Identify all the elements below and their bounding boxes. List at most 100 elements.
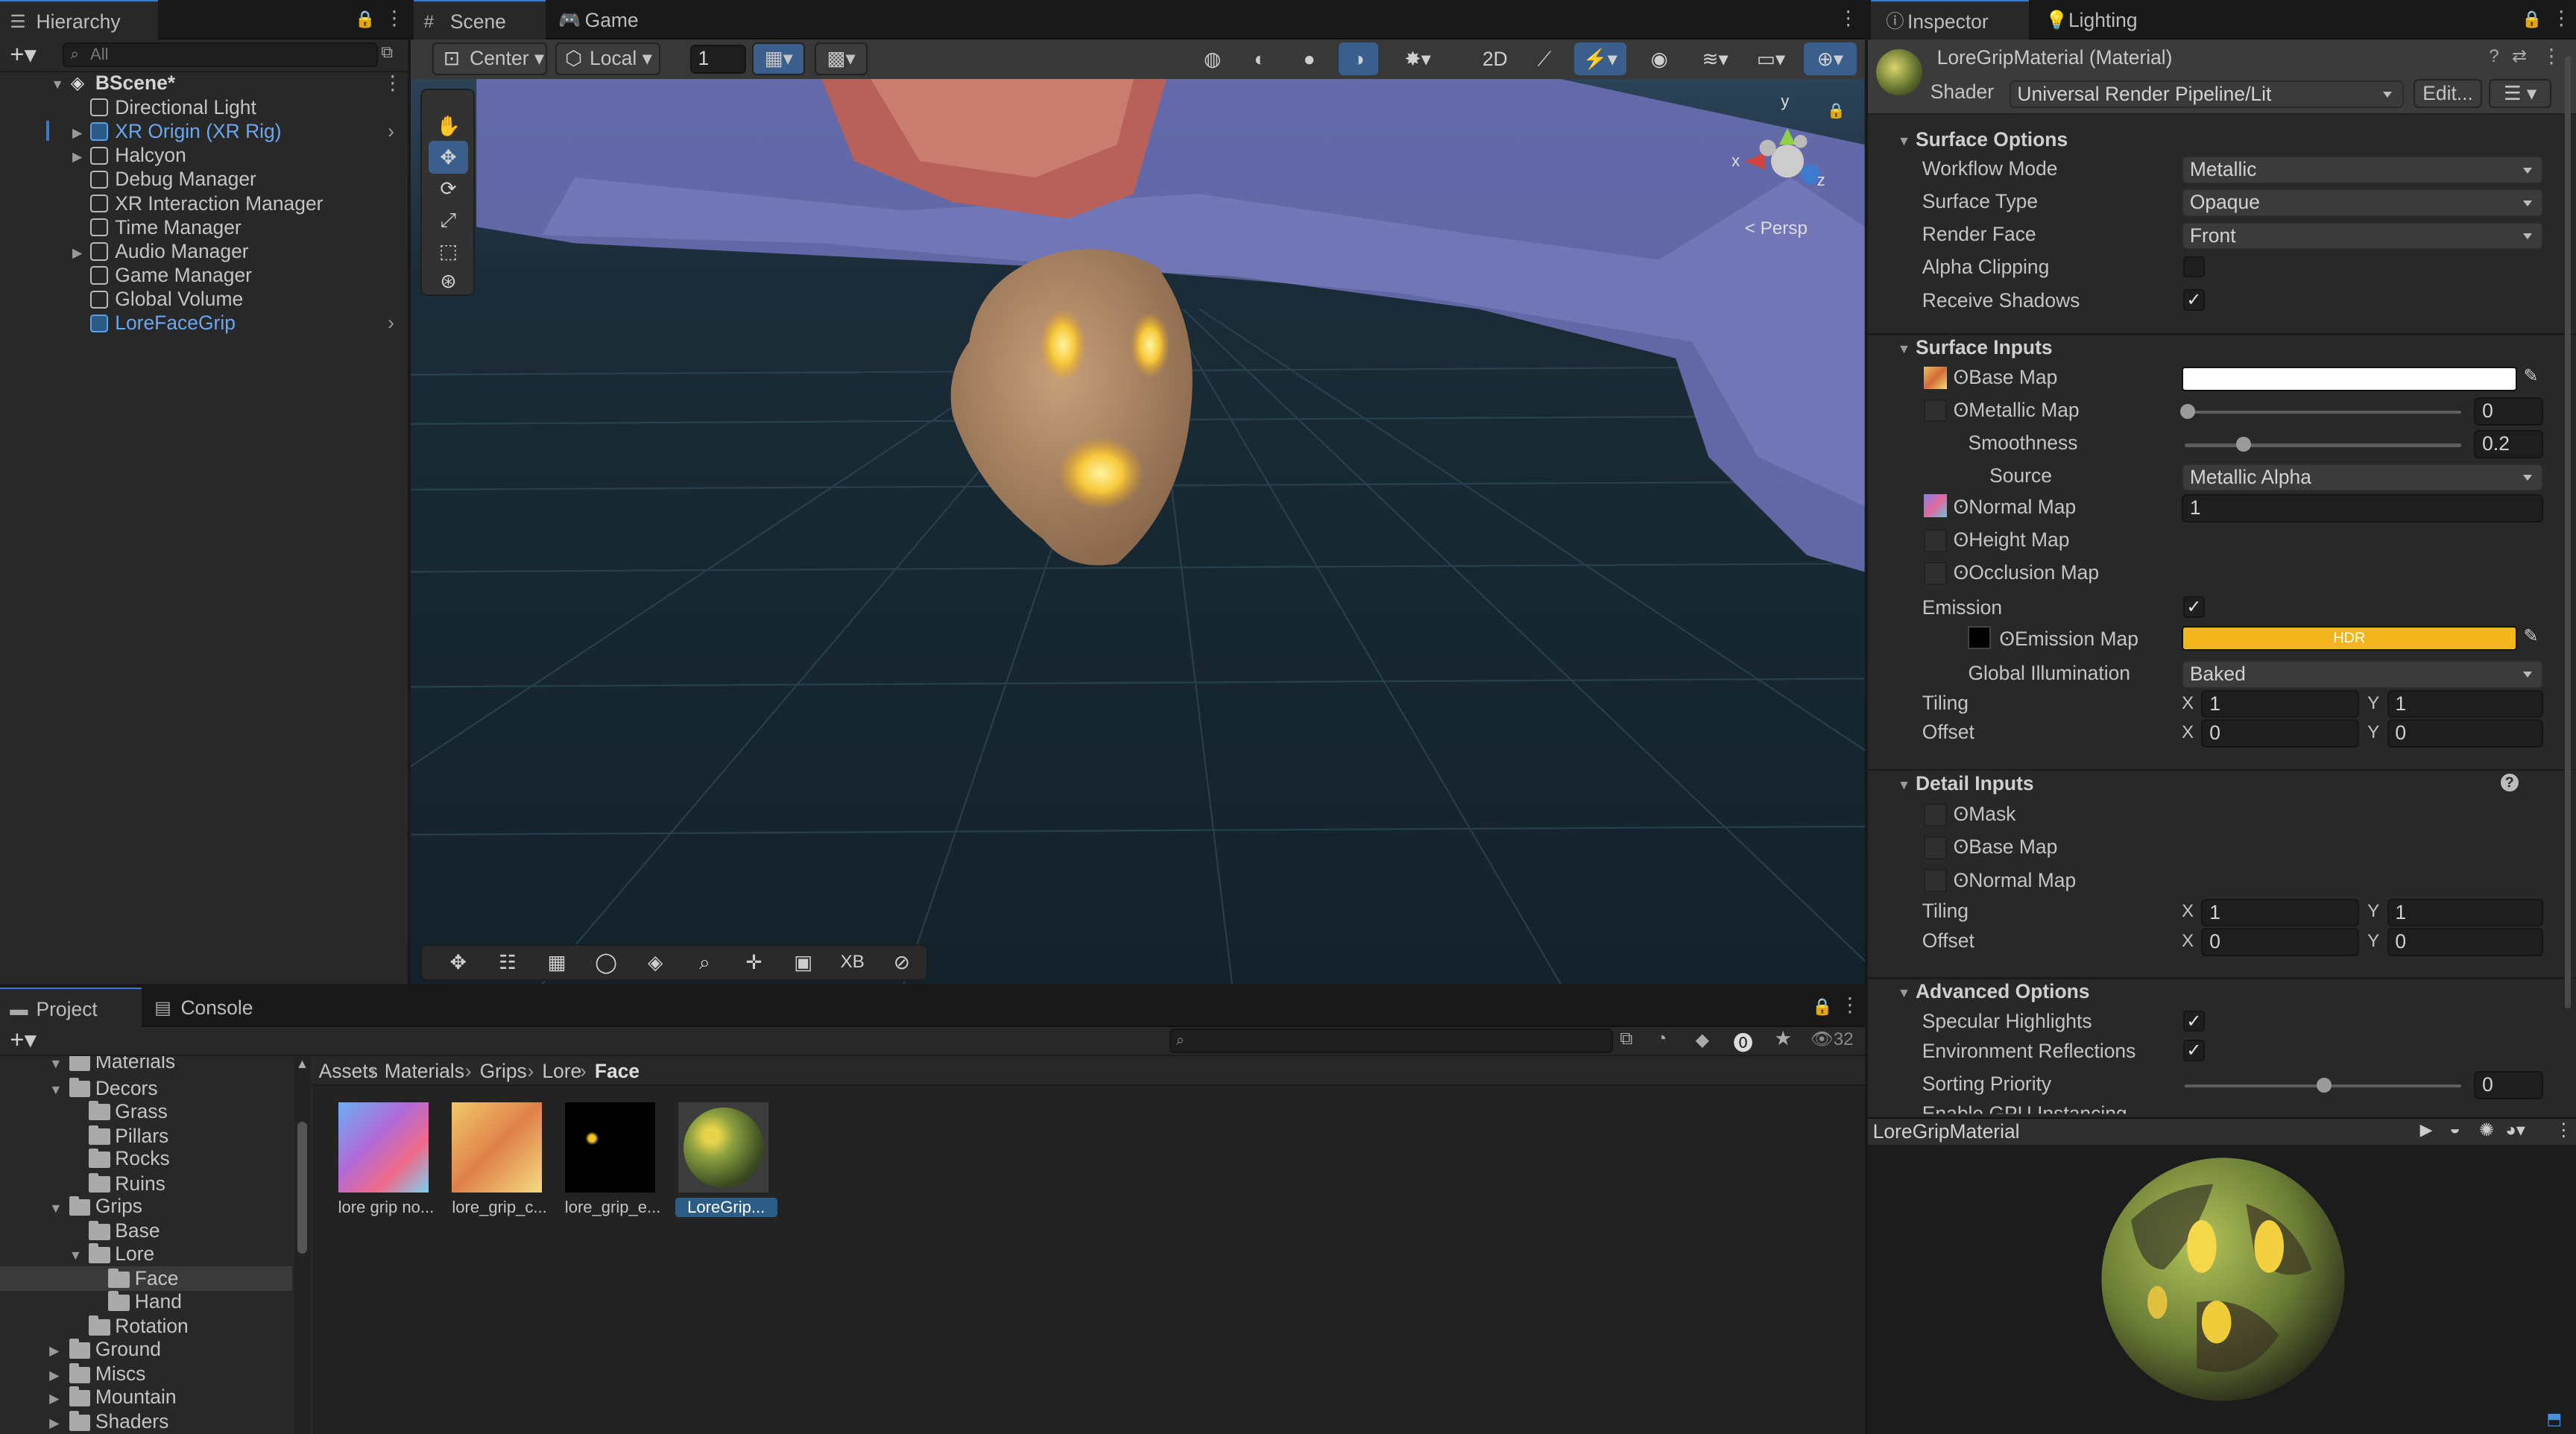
expand-down-icon[interactable]: ▼ <box>1898 133 1910 149</box>
pan-overlay-icon[interactable]: ✛ <box>734 946 774 979</box>
add-icon[interactable]: +▾ <box>10 40 37 69</box>
height-map-slot[interactable] <box>1923 528 1947 552</box>
asset-tile[interactable]: lore_grip_c... <box>449 1102 547 1224</box>
occlusion-map-slot[interactable] <box>1923 561 1947 585</box>
pivot-dropdown[interactable]: ⊡ Center ▾ <box>432 42 547 76</box>
breadcrumb-item[interactable]: Grips <box>480 1060 527 1083</box>
folder-tree-item[interactable]: ▼ Lore <box>0 1242 292 1266</box>
eyedropper-icon[interactable]: ✎ <box>2523 625 2538 647</box>
asset-bundle-icon[interactable]: ⬒ <box>2546 1409 2562 1429</box>
expand-down-icon[interactable]: ▼ <box>1898 341 1910 357</box>
more-menu-icon[interactable]: ⋮ <box>385 7 404 30</box>
emission-checkbox[interactable]: ✓ <box>2183 596 2205 618</box>
hierarchy-item[interactable]: Time Manager <box>66 215 407 240</box>
hierarchy-item[interactable]: Game Manager <box>66 263 407 288</box>
receive-shadows-checkbox[interactable]: ✓ <box>2183 288 2205 311</box>
folder-tree-item[interactable]: Rocks <box>0 1146 292 1171</box>
smoothness-slider-knob[interactable] <box>2235 437 2251 452</box>
detail-base-map-slot[interactable] <box>1923 836 1947 859</box>
folder-tree-item[interactable]: Ruins <box>0 1172 292 1196</box>
help-icon[interactable]: ? <box>2489 46 2498 67</box>
lock-icon[interactable]: 🔒 <box>355 10 375 29</box>
alpha-clipping-checkbox[interactable] <box>2183 256 2205 278</box>
filter-type-icon[interactable]: ◔ <box>1656 1029 1667 1049</box>
tab-lighting[interactable]: 💡 Lighting <box>2032 0 2174 40</box>
xb-overlay-button[interactable]: XB <box>833 946 872 979</box>
detail-mask-slot[interactable] <box>1923 803 1947 827</box>
scene-more-icon[interactable]: ⋮ <box>383 71 402 95</box>
search-options-icon[interactable]: ⧉ <box>381 42 393 62</box>
open-prefab-icon[interactable]: › <box>388 311 394 335</box>
hierarchy-item[interactable]: ▶ XR Origin (XR Rig) › <box>45 119 407 145</box>
specular-highlights-checkbox[interactable]: ✓ <box>2183 1010 2205 1032</box>
offset-y-input[interactable]: 0 <box>2387 719 2543 748</box>
smoothness-source-dropdown[interactable]: Metallic Alpha <box>2182 463 2543 492</box>
open-prefab-icon[interactable]: › <box>388 119 394 144</box>
tab-inspector[interactable]: ⓘ Inspector <box>1871 0 2030 40</box>
expand-right-icon[interactable]: ▶ <box>49 1411 60 1434</box>
expand-down-icon[interactable]: ▼ <box>69 1243 82 1268</box>
detail-normal-map-slot[interactable] <box>1923 868 1947 892</box>
shader-menu-button[interactable]: ☰ ▾ <box>2489 78 2551 109</box>
edit-shader-button[interactable]: Edit... <box>2413 78 2483 109</box>
tab-scene[interactable]: # Scene <box>414 0 546 40</box>
filter-label-icon[interactable]: ◆ <box>1696 1029 1710 1051</box>
folder-tree-item[interactable]: Pillars <box>0 1124 292 1149</box>
smoothness-value-input[interactable]: 0.2 <box>2474 430 2543 458</box>
project-more-icon[interactable]: ⋮ <box>1840 994 1860 1017</box>
sorting-slider-knob[interactable] <box>2316 1077 2332 1093</box>
expand-right-icon[interactable]: ▶ <box>49 1386 60 1411</box>
help-icon[interactable]: ? <box>2500 774 2519 792</box>
emission-color-swatch[interactable]: HDR <box>2182 625 2517 651</box>
asset-tile[interactable]: LoreGrip... <box>675 1102 777 1224</box>
scene-viewport[interactable]: y x z 🔒 < Persp ✋ ✥ ⟳ ⤢ ⬚ ⊛ ✥ ☷ ▦ ◯ ◈ ⌕ … <box>411 78 1865 985</box>
folder-tree-item[interactable]: ▼ Decors <box>0 1076 292 1101</box>
tiling-y-input[interactable]: 1 <box>2387 689 2543 718</box>
workflow-mode-dropdown[interactable]: Metallic <box>2182 156 2543 184</box>
hierarchy-item[interactable]: Debug Manager <box>66 167 407 192</box>
hierarchy-item[interactable]: Global Volume <box>66 287 407 312</box>
create-asset-icon[interactable]: +▾ <box>10 1025 37 1055</box>
folder-tree-item[interactable]: Rotation <box>0 1314 292 1339</box>
rect-tool-icon[interactable]: ⬚ <box>429 235 468 268</box>
offset-x-input[interactable]: 0 <box>2201 719 2360 748</box>
transform-tool-icon[interactable]: ⊛ <box>429 265 468 297</box>
wireframe-icon[interactable]: ◐ <box>1240 42 1280 75</box>
tree-scrollbar[interactable]: ▲ <box>294 1056 311 1434</box>
detail-offset-x-input[interactable]: 0 <box>2201 928 2360 956</box>
snap-toggle-button[interactable]: ▩▾ <box>815 42 868 76</box>
render-face-dropdown[interactable]: Front <box>2182 221 2543 250</box>
metallic-value-input[interactable]: 0 <box>2474 397 2543 426</box>
hierarchy-search-input[interactable]: ⌕ All <box>62 42 378 68</box>
hidden-packages-counter[interactable]: 👁32 <box>1811 1029 1854 1050</box>
preview-more-icon[interactable]: ⋮ <box>2554 1119 2572 1141</box>
scene-root-row[interactable]: ▼ ◈ BScene* ⋮ <box>49 71 407 95</box>
favorite-star-icon[interactable]: ★ <box>1774 1027 1792 1050</box>
asset-tile[interactable]: lore_grip_e... <box>562 1102 660 1224</box>
preset-icon[interactable]: ⇄ <box>2512 45 2527 67</box>
expand-down-icon[interactable]: ▼ <box>49 1056 62 1076</box>
globe-icon[interactable]: ◍ <box>1193 42 1232 75</box>
gizmo-lock-icon[interactable]: 🔒 <box>1827 102 1846 120</box>
tab-console[interactable]: ▤ Console <box>145 988 276 1027</box>
breadcrumb-item[interactable]: Materials <box>385 1060 464 1083</box>
projection-label[interactable]: < Persp <box>1745 218 1808 239</box>
folder-tree-item[interactable]: Grass <box>0 1099 292 1124</box>
render-debug-icon[interactable]: ✸▾ <box>1392 42 1445 75</box>
tiling-x-input[interactable]: 1 <box>2201 689 2360 718</box>
hand-tool-icon[interactable]: ✋ <box>429 110 468 142</box>
folder-tree-item[interactable]: ▶ Ground <box>0 1337 292 1362</box>
tab-game[interactable]: 🎮 Game <box>549 0 663 40</box>
gizmos-icon[interactable]: ⊕▾ <box>1804 42 1857 76</box>
lighting-toggle-icon[interactable]: ⟋ <box>1524 42 1564 75</box>
metallic-map-slot[interactable] <box>1923 399 1947 423</box>
scrollbar-thumb[interactable] <box>2564 55 2572 1009</box>
metallic-slider-track[interactable] <box>2185 411 2461 414</box>
tab-project[interactable]: ▬ Project <box>0 987 142 1027</box>
environment-reflections-checkbox[interactable]: ✓ <box>2183 1040 2205 1061</box>
scrollbar-thumb[interactable] <box>297 1122 308 1254</box>
hierarchy-item[interactable]: ▶ Audio Manager <box>66 239 407 264</box>
expand-right-icon[interactable]: ▶ <box>72 121 83 145</box>
rotate-tool-icon[interactable]: ⟳ <box>429 172 468 205</box>
play-icon[interactable]: ▶ <box>2420 1120 2433 1140</box>
